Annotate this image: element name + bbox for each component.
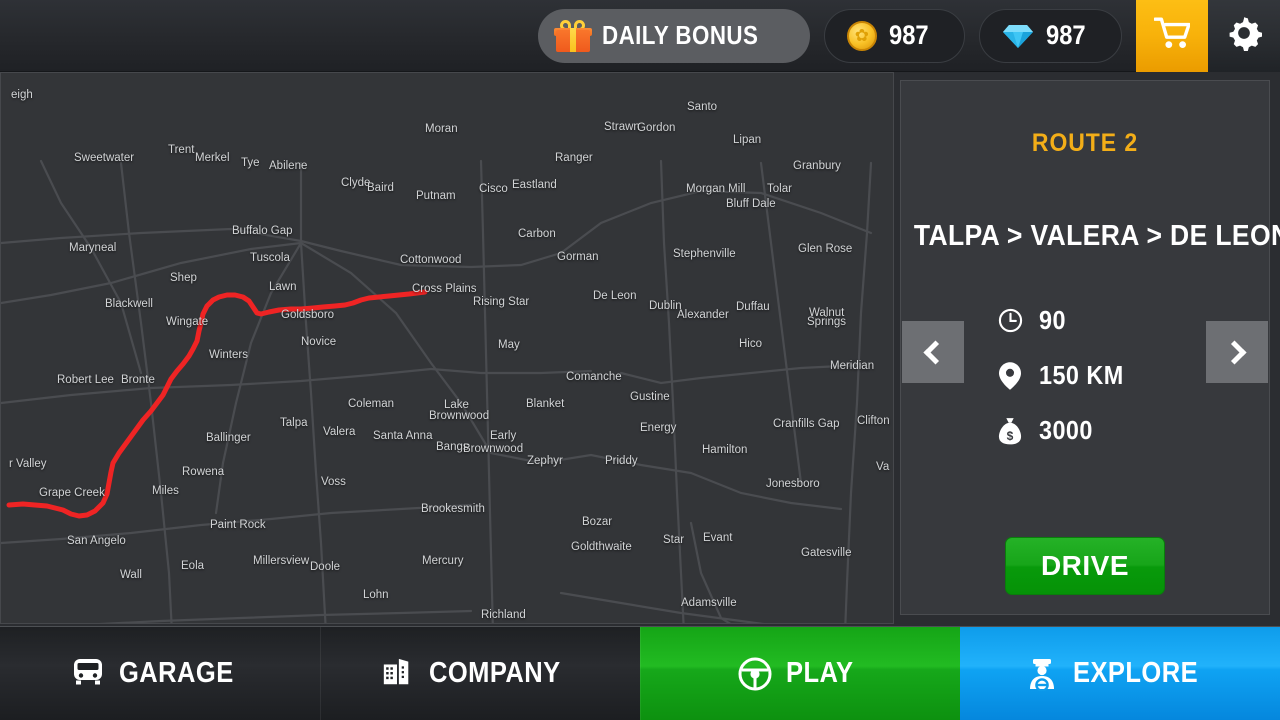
- bus-icon: [71, 657, 105, 691]
- route-map[interactable]: eigh Sweetwater Trent Merkel Tye Abilene Clyde…: [0, 72, 894, 624]
- chevron-left-icon: [923, 339, 948, 365]
- shop-button[interactable]: [1136, 0, 1208, 72]
- stat-reward-value: 3000: [1039, 415, 1093, 445]
- top-bar: DAILY BONUS ✿ 987 987: [0, 0, 1280, 72]
- nav-tab-company[interactable]: COMPANY: [320, 627, 640, 720]
- nav-tab-explore-label: EXPLORE: [1072, 657, 1198, 689]
- settings-button[interactable]: [1208, 0, 1280, 72]
- previous-route-button[interactable]: [902, 321, 964, 383]
- nav-tab-garage-label: GARAGE: [118, 657, 234, 689]
- svg-text:$: $: [1007, 429, 1014, 443]
- gem-balance[interactable]: 987: [978, 8, 1122, 63]
- nav-tab-company-label: COMPANY: [429, 657, 561, 689]
- nav-tab-explore[interactable]: EXPLORE: [960, 627, 1280, 720]
- nav-tab-play-label: PLAY: [785, 657, 854, 689]
- gear-icon: [1226, 15, 1263, 56]
- route-info-panel: ROUTE 2 TALPA > VALERA > DE LEON 90 150 …: [900, 80, 1280, 615]
- clock-icon: [997, 307, 1023, 335]
- map-canvas: [1, 73, 893, 623]
- gem-icon: [1002, 23, 1034, 49]
- nav-divider: [320, 627, 321, 720]
- drive-button[interactable]: DRIVE: [1005, 537, 1165, 595]
- nav-tab-garage[interactable]: GARAGE: [0, 627, 320, 720]
- steering-wheel-icon: [738, 657, 772, 691]
- building-icon: [381, 657, 415, 691]
- stat-reward: $ 3000: [997, 415, 1269, 446]
- coin-value: 987: [888, 20, 929, 50]
- daily-bonus-label: DAILY BONUS: [602, 20, 759, 50]
- stat-duration-value: 90: [1039, 305, 1066, 335]
- driver-icon: [1025, 657, 1059, 692]
- nav-tab-play[interactable]: PLAY: [640, 627, 960, 720]
- gift-icon: [554, 19, 593, 52]
- stat-distance-value: 150 KM: [1039, 360, 1124, 390]
- nav-divider: [640, 627, 641, 720]
- money-bag-icon: $: [997, 417, 1023, 445]
- daily-bonus-button[interactable]: DAILY BONUS: [538, 8, 810, 63]
- coin-icon: ✿: [846, 20, 877, 51]
- chevron-right-icon: [1222, 339, 1247, 365]
- next-route-button[interactable]: [1206, 321, 1268, 383]
- location-pin-icon: [997, 361, 1023, 390]
- gem-value: 987: [1045, 20, 1086, 50]
- cart-icon: [1153, 16, 1191, 55]
- route-path-text: TALPA > VALERA > DE LEON: [913, 220, 1280, 252]
- bottom-navigation: GARAGE COMPANY PLAY EXPLORE: [0, 626, 1280, 720]
- route-title: ROUTE 2: [1031, 129, 1139, 157]
- coin-balance[interactable]: ✿ 987: [823, 8, 965, 63]
